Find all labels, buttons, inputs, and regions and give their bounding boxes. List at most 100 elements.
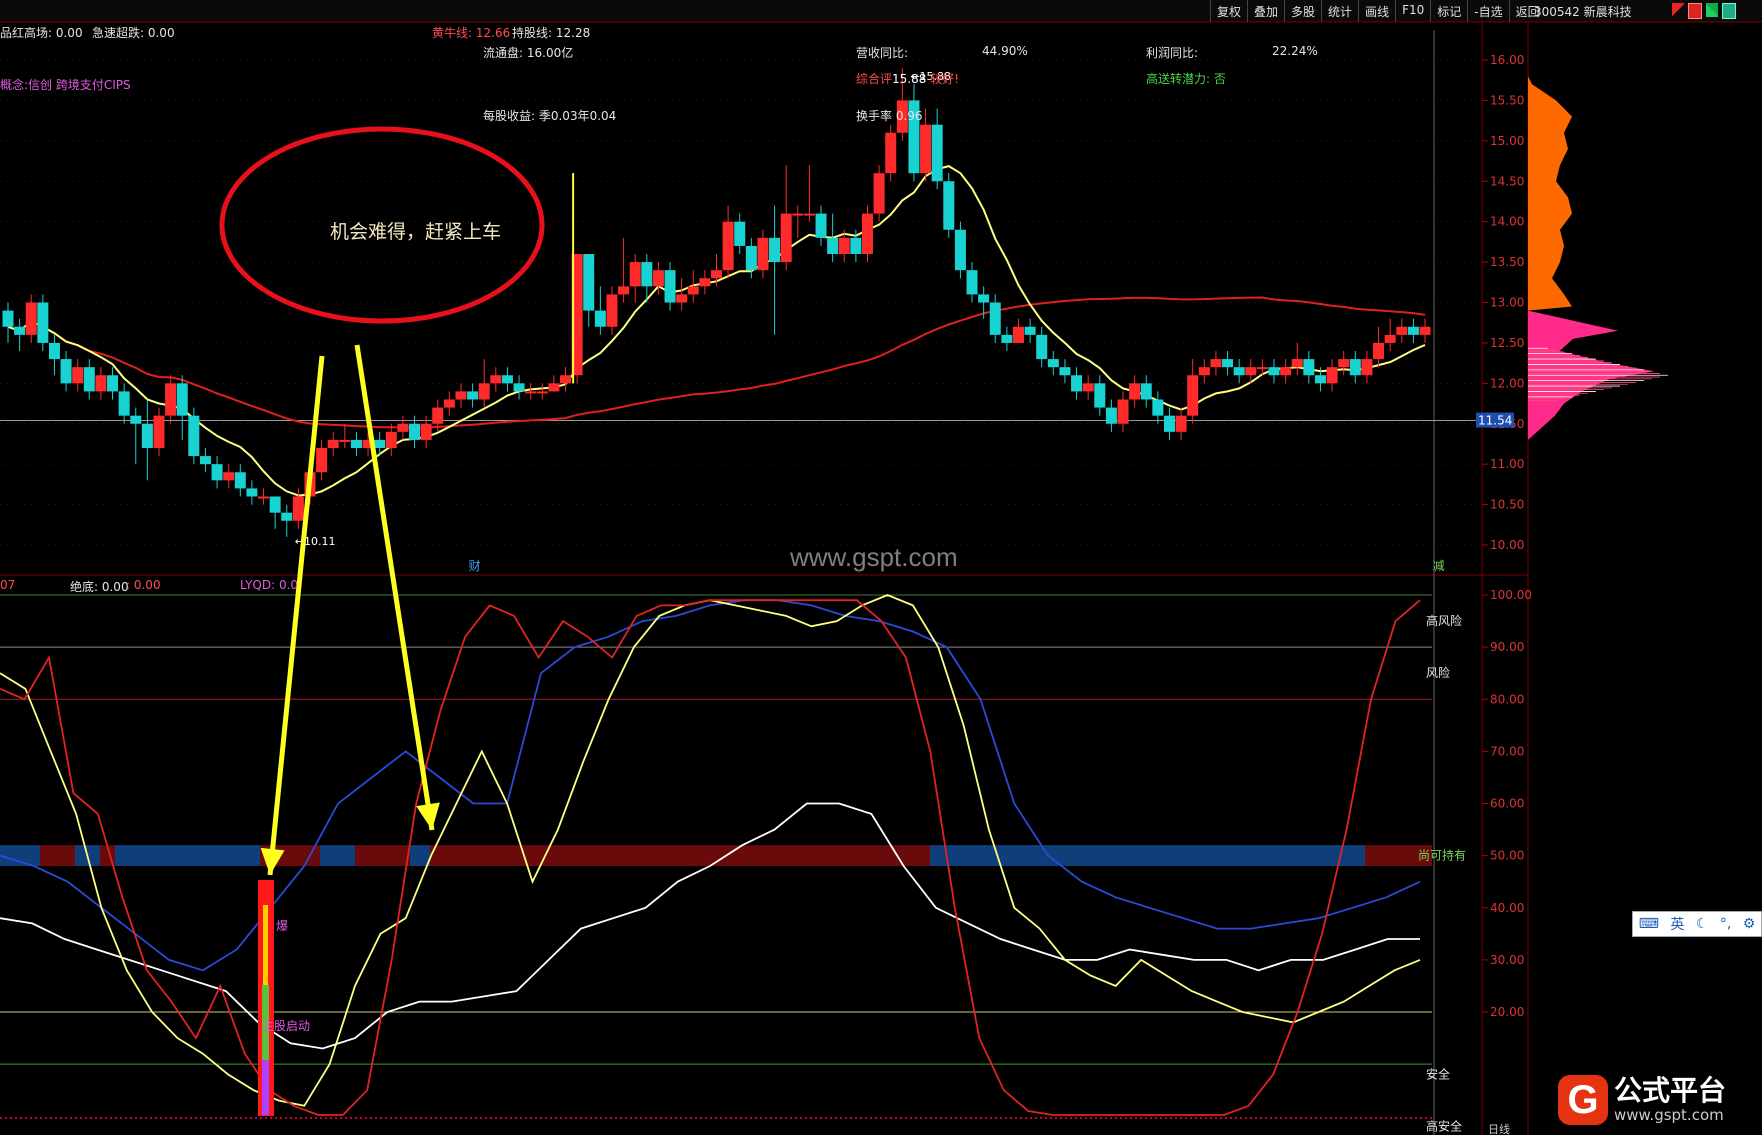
toolbar-button-2[interactable]: 多股 [1284,0,1321,22]
candle-body [989,302,1001,335]
candle-body [223,472,235,481]
candle-body [1175,415,1187,432]
ind-tick-label: 50.00 [1490,849,1524,863]
price-tick-label: 16.00 [1490,53,1524,67]
watermark: www.gspt.com [790,542,958,572]
candle-body [792,213,804,216]
candle-body [1082,383,1094,392]
price-tick-label: 13.50 [1490,255,1524,269]
arrow-icon[interactable] [1706,3,1718,17]
candle-body [850,237,862,254]
toolbar-button-3[interactable]: 统计 [1321,0,1358,22]
candle-body [525,391,537,394]
candle-body [803,213,815,216]
band-blue [0,845,40,867]
candle-body [420,423,432,440]
candle-body [780,213,792,263]
candle-body [443,399,455,408]
candle-body [60,359,72,384]
moon-icon[interactable]: ☾ [1696,916,1709,932]
candle-body [618,286,630,295]
candle-body [37,302,49,343]
zone-label-1: 风险 [1426,665,1450,680]
candle-body [327,439,339,448]
info-lirun-label: 利润同比: [1146,46,1199,60]
flag-icon[interactable] [1672,3,1684,17]
info-lirun-value: 22.24% [1272,44,1318,58]
toolbar-button-7[interactable]: -自选 [1467,0,1508,22]
price-tick-label: 12.50 [1490,336,1524,350]
candle-body [1094,383,1106,408]
candle-body [1303,359,1315,376]
toolbar-button-1[interactable]: 叠加 [1247,0,1284,22]
candle-body [699,278,711,287]
logo-sub: www.gspt.com [1614,1106,1724,1124]
ind-blue-line [0,599,1421,972]
candle-body [722,221,734,271]
logo-main: 公式平台 [1614,1074,1727,1107]
candle-body [757,237,769,271]
info-liutong: 流通盘: 16.00亿 [483,46,574,60]
keyboard-icon[interactable]: ⌨ [1639,916,1659,932]
ind-header-a: 07 [0,578,16,592]
toolbar-button-0[interactable]: 复权 [1210,0,1247,22]
candle-body [339,439,351,442]
price-tick-label: 10.00 [1490,538,1524,552]
logo-glyph: G [1558,1075,1608,1125]
grid-icon[interactable] [1722,3,1736,19]
arrow-right-shaft [354,344,435,831]
candle-body [920,124,932,174]
stock-title: 300542 新晨科技 [1534,3,1632,20]
ime-toolbar[interactable]: ⌨ 英 ☾ °, ⚙ [1632,911,1762,937]
candle-body [1338,359,1350,368]
info-zonghe-label: 综合评 [856,72,893,86]
candle-body [432,407,444,424]
candle-body [1233,367,1245,376]
candle-body [1280,367,1292,376]
candle-body [1349,359,1361,376]
candle-body [1361,359,1373,376]
candle-body [118,391,130,416]
info-chigu: 持股线: 12.28 [512,26,591,40]
candle-body [711,270,722,279]
candle-body [1187,375,1199,416]
ind-header-b: 绝底: 0.00 [70,580,129,594]
price-tick-label: 12.00 [1490,376,1524,390]
candle-body [176,383,188,416]
candle-body [199,456,211,465]
candle-body [548,383,560,392]
candle-body [1071,375,1083,392]
candle-body [397,423,409,432]
ime-lang[interactable]: 英 [1670,914,1684,934]
candle-body [95,375,107,392]
candle-body [583,254,595,311]
candle-body [1047,359,1059,368]
toolbar-button-6[interactable]: 标记 [1430,0,1467,22]
candle-body [385,431,397,448]
candle-body [2,310,14,327]
toolbar-button-5[interactable]: F10 [1395,0,1430,22]
candle-body [1024,326,1036,335]
candle-body [1129,383,1141,400]
info-yingshou-value: 44.90% [982,44,1028,58]
profile-upper [1528,76,1572,311]
red-square-icon[interactable] [1688,3,1702,19]
gear-icon[interactable]: ⚙ [1743,916,1756,932]
ind-tick-label: 70.00 [1490,744,1524,758]
punct-icon[interactable]: °, [1720,916,1731,932]
candle-body [885,132,897,174]
candle-body [978,294,990,303]
ind-header-c: : 0.00 [126,578,161,592]
toolbar-button-4[interactable]: 画线 [1358,0,1395,22]
candle-body [1001,334,1013,343]
candle-body [931,124,943,182]
candle-body [188,415,200,457]
candle-body [409,423,421,440]
ind-tick-label: 30.00 [1490,953,1524,967]
candle-body [501,375,513,384]
candle-body [350,439,362,448]
candle-body [269,496,281,513]
marker-zhugu: 主股启动 [262,1019,310,1033]
candle-body [1291,359,1303,368]
ind-tick-label: 80.00 [1490,692,1524,706]
